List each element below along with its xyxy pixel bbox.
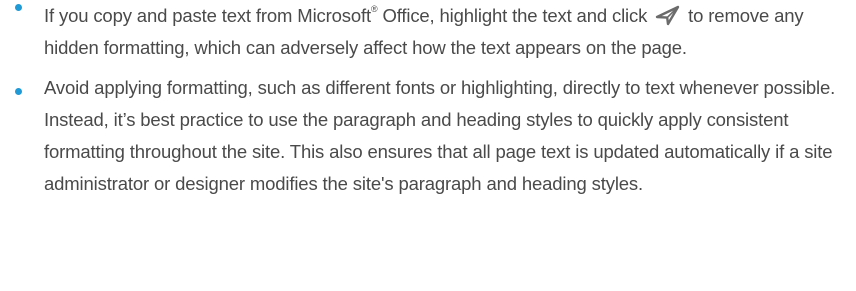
tip-copy-paste: If you copy and paste text from Microsof… — [0, 0, 856, 64]
tip-avoid-formatting: Avoid applying formatting, such as diffe… — [0, 72, 856, 200]
bullet-dot — [15, 4, 22, 11]
trademark-symbol: ® — [371, 3, 378, 14]
clear-formatting-icon — [655, 4, 681, 26]
tip-copy-paste-text: If you copy and paste text from Microsof… — [44, 0, 856, 64]
tip-text-before-icon: Office, highlight the text and click — [377, 5, 653, 26]
tip-avoid-formatting-text: Avoid applying formatting, such as diffe… — [44, 77, 836, 194]
bullet-dot — [15, 88, 22, 95]
tip-text-before-trademark: If you copy and paste text from Microsof… — [44, 5, 371, 26]
tips-list: If you copy and paste text from Microsof… — [0, 0, 856, 200]
